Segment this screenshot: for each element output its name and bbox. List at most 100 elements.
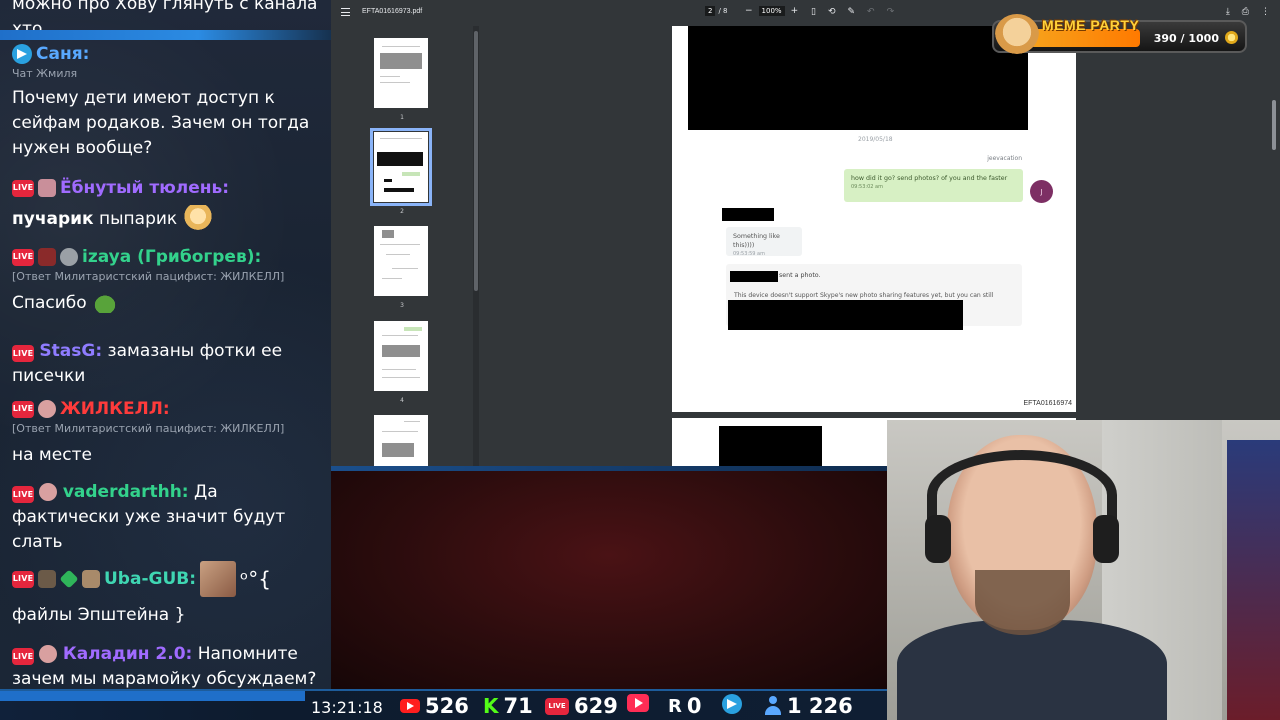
chat-username: Uba-GUB: (104, 569, 197, 589)
chat-reply-ref: [Ответ Милитаристский пацифист: ЖИЛКЕЛЛ] (12, 270, 285, 283)
chat-text-bold: пучарик (12, 209, 94, 229)
thumbnail-scrollbar[interactable] (473, 26, 479, 466)
incoming-text: Something like this)))) (733, 233, 780, 249)
rotate-icon[interactable]: ⟲ (828, 7, 836, 17)
webcam-feed (887, 420, 1280, 720)
page-number-input[interactable]: 2 (705, 6, 716, 16)
youtube-icon (400, 699, 420, 713)
youtube-count: 526 (425, 694, 469, 718)
zoom-input[interactable]: 100% (758, 6, 785, 16)
thumbnail-page-4[interactable] (374, 321, 428, 391)
live-badge: LIVE (12, 570, 34, 588)
meme-score: 390 / 1000 (1153, 32, 1219, 45)
play-viewers (627, 694, 649, 712)
telegram-icon (722, 694, 742, 714)
thumbnail-page-1[interactable] (374, 38, 428, 108)
chat-message: LIVE Uba-GUB: ᵒ°{ файлы Эпштейна } (12, 561, 324, 628)
redaction-block (688, 26, 1028, 130)
stream-stats-bar: 13:21:18 526 K 71 LIVE 629 R 0 1 226 (0, 689, 887, 720)
redaction-block (728, 300, 963, 330)
redaction-block (719, 426, 822, 466)
more-icon[interactable]: ⋮ (1261, 7, 1270, 17)
thumbnail-sidebar: 1 2 3 4 (331, 26, 479, 466)
chat-source: Чат Жмиля (12, 67, 78, 80)
menu-icon[interactable] (341, 8, 350, 16)
avatar-icon (39, 645, 58, 663)
chat-username: StasG: (39, 341, 103, 361)
zoom-out-icon[interactable]: − (745, 6, 753, 16)
chat-message: LIVE Каладин 2.0: Напомните зачем мы мар… (12, 642, 324, 692)
pdf-viewer: EFTA01616973.pdf 2 / 8 − 100% + ▯ ⟲ ✎ ↶ … (331, 0, 1280, 466)
chat-message: LIVE Ёбнутый тюлень: пучарик пыпарик (12, 176, 324, 233)
youtube-viewers: 526 (400, 694, 469, 718)
thumbnail-number: 2 (400, 208, 404, 215)
total-viewers-count: 1 226 (787, 694, 853, 718)
avatar-icon (38, 400, 56, 418)
photo-sent-label: sent a photo. (779, 272, 821, 279)
chat-text: файлы Эпштейна } (12, 605, 186, 625)
vk-live-icon: LIVE (545, 697, 569, 715)
vk-count: 629 (574, 694, 618, 718)
avatar-icon (39, 483, 58, 501)
doge-icon (995, 14, 1039, 54)
thumbnail-number: 1 (400, 114, 404, 121)
thumbnail-number: 3 (400, 302, 404, 309)
chat-username: ЖИЛКЕЛЛ: (60, 399, 170, 419)
telegram-icon (12, 44, 32, 64)
zoom-in-icon[interactable]: + (791, 6, 799, 16)
rutube-icon: R (668, 695, 682, 717)
overlay-background (331, 466, 887, 689)
thumbnail-page-2[interactable] (370, 128, 432, 206)
wine-glass-icon (38, 248, 56, 266)
draw-icon[interactable]: ✎ (848, 7, 856, 17)
redaction-block (730, 271, 778, 282)
live-badge: LIVE (12, 179, 34, 197)
outgoing-time: 09:53:02 am (851, 184, 883, 190)
chat-username: Каладин 2.0: (62, 644, 193, 664)
download-icon[interactable]: ⤓ (1226, 7, 1230, 17)
kick-count: 71 (503, 694, 533, 718)
outgoing-message: how did it go? send photos? of you and t… (844, 169, 1023, 202)
chat-reply-ref: [Ответ Милитаристский пацифист: ЖИЛКЕЛЛ] (12, 422, 285, 435)
chat-text: пыпарик (93, 209, 178, 229)
thumbnail-page-3[interactable] (374, 226, 428, 296)
thumbnail-page-5[interactable] (374, 415, 428, 466)
play-icon (627, 694, 649, 712)
print-icon[interactable]: ⎙ (1242, 7, 1249, 17)
character-icon (82, 570, 100, 588)
message-sender: jeevacation (987, 155, 1022, 162)
chat-username: izaya (Грибогрев): (82, 247, 262, 267)
incoming-time: 09:53:59 am (733, 251, 765, 257)
live-badge: LIVE (12, 486, 34, 503)
live-badge: LIVE (12, 648, 34, 665)
kick-viewers: K 71 (483, 694, 533, 718)
sub-badge-icon (38, 179, 56, 197)
rutube-count: 0 (686, 694, 702, 718)
chat-message: LIVE StasG: замазаны фотки ее писечки (12, 339, 324, 389)
live-badge: LIVE (12, 248, 34, 266)
thumbnail-number: 4 (400, 397, 404, 404)
message-date: 2019/05/18 (858, 136, 893, 143)
meme-title: MEME PARTY (1042, 17, 1140, 33)
page-id: EFTA01616974 (1023, 400, 1072, 407)
rutube-viewers: R 0 (668, 694, 702, 718)
chat-message: LIVE ЖИЛКЕЛЛ: [Ответ Милитаристский паци… (12, 397, 324, 468)
chat-message: LIVE izaya (Грибогрев): [Ответ Милитарис… (12, 245, 324, 316)
zoom-controls: − 100% + (745, 6, 798, 16)
fit-page-icon[interactable]: ▯ (811, 7, 816, 17)
frog-emote-icon (92, 293, 119, 313)
pdf-tools: ▯ ⟲ ✎ ↶ ↷ (811, 7, 894, 17)
page-indicator: 2 / 8 (705, 6, 728, 16)
kick-icon: K (483, 694, 499, 718)
telegram-link (722, 694, 742, 714)
pdf-page: 2019/05/18 jeevacation how did it go? se… (672, 26, 1076, 412)
chat-text: на месте (12, 445, 92, 465)
redo-icon[interactable]: ↷ (887, 7, 895, 17)
undo-icon[interactable]: ↶ (867, 7, 875, 17)
gem-icon (59, 569, 79, 589)
page-scrollbar[interactable] (1272, 100, 1276, 150)
outgoing-text: how did it go? send photos? of you and t… (851, 175, 1008, 182)
cat-emote-icon (182, 205, 213, 233)
chat-panel: можно про Хову глянуть с канала хто Саня… (0, 0, 331, 720)
pdf-actions: ⤓ ⎙ ⋮ (1226, 7, 1270, 17)
